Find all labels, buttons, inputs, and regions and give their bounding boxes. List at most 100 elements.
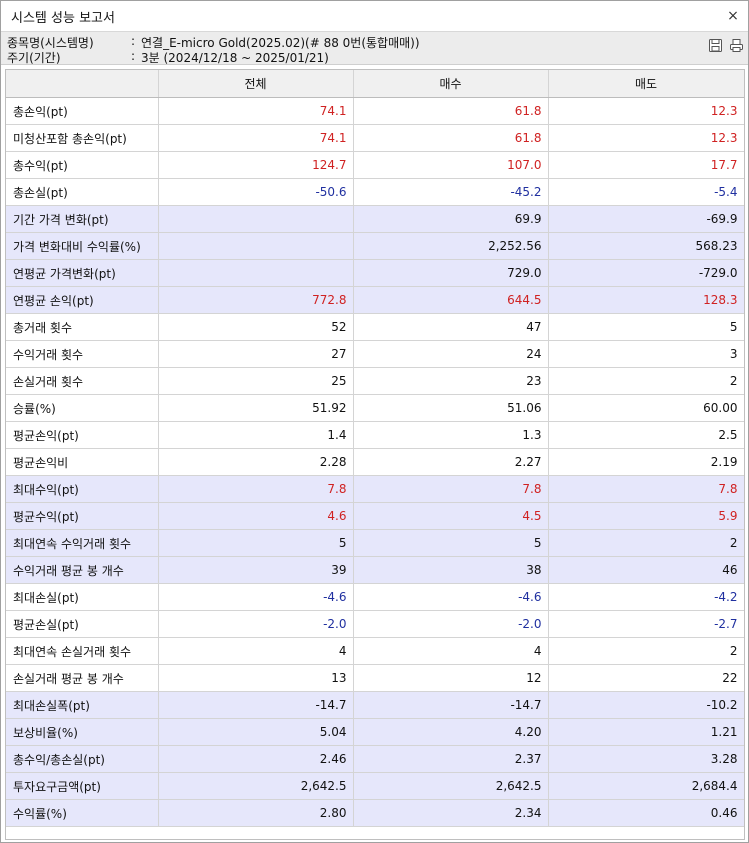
table-row[interactable]: 총수익/총손실(pt) 2.46 2.37 3.28 [6,745,744,773]
print-icon[interactable] [729,38,744,53]
cell-buy: 69.9 [353,205,549,233]
cell-sell: 0.46 [548,799,744,827]
cell-total: 74.1 [158,97,354,125]
cell-sell: 2.19 [548,448,744,476]
cell-buy: 4.5 [353,502,549,530]
performance-table: 전체 매수 매도 총손익(pt) 74.1 61.8 12.3 미청산포함 총손익(pt… [6,70,744,827]
cell-total: -50.6 [158,178,354,206]
close-icon[interactable]: × [722,5,744,27]
table-row[interactable]: 최대손실(pt) -4.6 -4.6 -4.2 [6,583,744,611]
cell-sell: 60.00 [548,394,744,422]
cell-buy: 644.5 [353,286,549,314]
table-row[interactable]: 평균손실(pt) -2.0 -2.0 -2.7 [6,610,744,638]
cell-total [158,259,354,287]
cell-sell: 2 [548,637,744,665]
cell-buy: 2,642.5 [353,772,549,800]
cell-sell: 12.3 [548,124,744,152]
report-info-panel: 종목명(시스템명) : 연결_E-micro Gold(2025.02)(# 8… [1,32,748,65]
table-row[interactable]: 평균손익비 2.28 2.27 2.19 [6,448,744,476]
table-row[interactable]: 승률(%) 51.92 51.06 60.00 [6,394,744,422]
table-row[interactable]: 연평균 손익(pt) 772.8 644.5 128.3 [6,286,744,314]
cell-sell: 2 [548,529,744,557]
table-row[interactable]: 최대손실폭(pt) -14.7 -14.7 -10.2 [6,691,744,719]
cell-sell: -5.4 [548,178,744,206]
cell-sell: 7.8 [548,475,744,503]
table-row[interactable]: 손실거래 평균 봉 개수 13 12 22 [6,664,744,692]
cell-sell: 3.28 [548,745,744,773]
row-label: 미청산포함 총손익(pt) [6,124,159,152]
table-row[interactable]: 연평균 가격변화(pt) 729.0 -729.0 [6,259,744,287]
table-row[interactable]: 총손실(pt) -50.6 -45.2 -5.4 [6,178,744,206]
row-label: 총수익(pt) [6,151,159,179]
row-label: 수익거래 횟수 [6,340,159,368]
table-row[interactable]: 총손익(pt) 74.1 61.8 12.3 [6,97,744,125]
table-row[interactable]: 수익률(%) 2.80 2.34 0.46 [6,799,744,827]
table-row[interactable]: 손실거래 횟수 25 23 2 [6,367,744,395]
cell-total: 5 [158,529,354,557]
table-row[interactable]: 총거래 횟수 52 47 5 [6,313,744,341]
cell-buy: 24 [353,340,549,368]
cell-buy: 107.0 [353,151,549,179]
table-row[interactable]: 총수익(pt) 124.7 107.0 17.7 [6,151,744,179]
row-label: 평균손실(pt) [6,610,159,638]
cell-total: -4.6 [158,583,354,611]
cell-sell: 22 [548,664,744,692]
cell-buy: -2.0 [353,610,549,638]
cell-total: 27 [158,340,354,368]
cell-sell: 5.9 [548,502,744,530]
save-icon[interactable] [708,38,723,53]
cell-total: 2.28 [158,448,354,476]
row-label: 기간 가격 변화(pt) [6,205,159,233]
cell-buy: 12 [353,664,549,692]
header-buy: 매수 [353,70,549,98]
cell-total: 7.8 [158,475,354,503]
row-label: 수익률(%) [6,799,159,827]
cell-sell: -69.9 [548,205,744,233]
cell-sell: 46 [548,556,744,584]
period-value: 3분 (2024/12/18 ~ 2025/01/21) [141,51,329,65]
cell-total: 39 [158,556,354,584]
table-row[interactable]: 최대수익(pt) 7.8 7.8 7.8 [6,475,744,503]
period-separator: : [131,49,136,63]
cell-sell: 17.7 [548,151,744,179]
period-row: 주기(기간) : 3분 (2024/12/18 ~ 2025/01/21) [7,49,329,66]
period-label: 주기(기간) [7,51,61,65]
table-row[interactable]: 보상비율(%) 5.04 4.20 1.21 [6,718,744,746]
row-label: 연평균 가격변화(pt) [6,259,159,287]
row-label: 평균손익(pt) [6,421,159,449]
table-row[interactable]: 평균손익(pt) 1.4 1.3 2.5 [6,421,744,449]
table-row[interactable]: 최대연속 수익거래 횟수 5 5 2 [6,529,744,557]
cell-buy: 61.8 [353,97,549,125]
table-row[interactable]: 수익거래 횟수 27 24 3 [6,340,744,368]
cell-total: -2.0 [158,610,354,638]
cell-total: 5.04 [158,718,354,746]
cell-total [158,205,354,233]
cell-total: 772.8 [158,286,354,314]
cell-buy: 2,252.56 [353,232,549,260]
table-row[interactable]: 가격 변화대비 수익률(%) 2,252.56 568.23 [6,232,744,260]
table-row[interactable]: 평균수익(pt) 4.6 4.5 5.9 [6,502,744,530]
cell-total: 51.92 [158,394,354,422]
row-label: 투자요구금액(pt) [6,772,159,800]
table-row[interactable]: 투자요구금액(pt) 2,642.5 2,642.5 2,684.4 [6,772,744,800]
table-row[interactable]: 기간 가격 변화(pt) 69.9 -69.9 [6,205,744,233]
table-row[interactable]: 최대연속 손실거래 횟수 4 4 2 [6,637,744,665]
row-label: 연평균 손익(pt) [6,286,159,314]
cell-sell: 568.23 [548,232,744,260]
table-row[interactable]: 미청산포함 총손익(pt) 74.1 61.8 12.3 [6,124,744,152]
cell-buy: 38 [353,556,549,584]
row-label: 손실거래 횟수 [6,367,159,395]
cell-sell: -10.2 [548,691,744,719]
table-body: 총손익(pt) 74.1 61.8 12.3 미청산포함 총손익(pt) 74.1 61.8… [6,97,744,827]
row-label: 최대손실폭(pt) [6,691,159,719]
cell-total: 2,642.5 [158,772,354,800]
cell-total: 124.7 [158,151,354,179]
cell-sell: 5 [548,313,744,341]
performance-table-container[interactable]: 전체 매수 매도 총손익(pt) 74.1 61.8 12.3 미청산포함 총손익(pt… [5,69,745,840]
row-label: 최대손실(pt) [6,583,159,611]
row-label: 평균수익(pt) [6,502,159,530]
row-label: 손실거래 평균 봉 개수 [6,664,159,692]
cell-total: 74.1 [158,124,354,152]
cell-total: 4 [158,637,354,665]
table-row[interactable]: 수익거래 평균 봉 개수 39 38 46 [6,556,744,584]
